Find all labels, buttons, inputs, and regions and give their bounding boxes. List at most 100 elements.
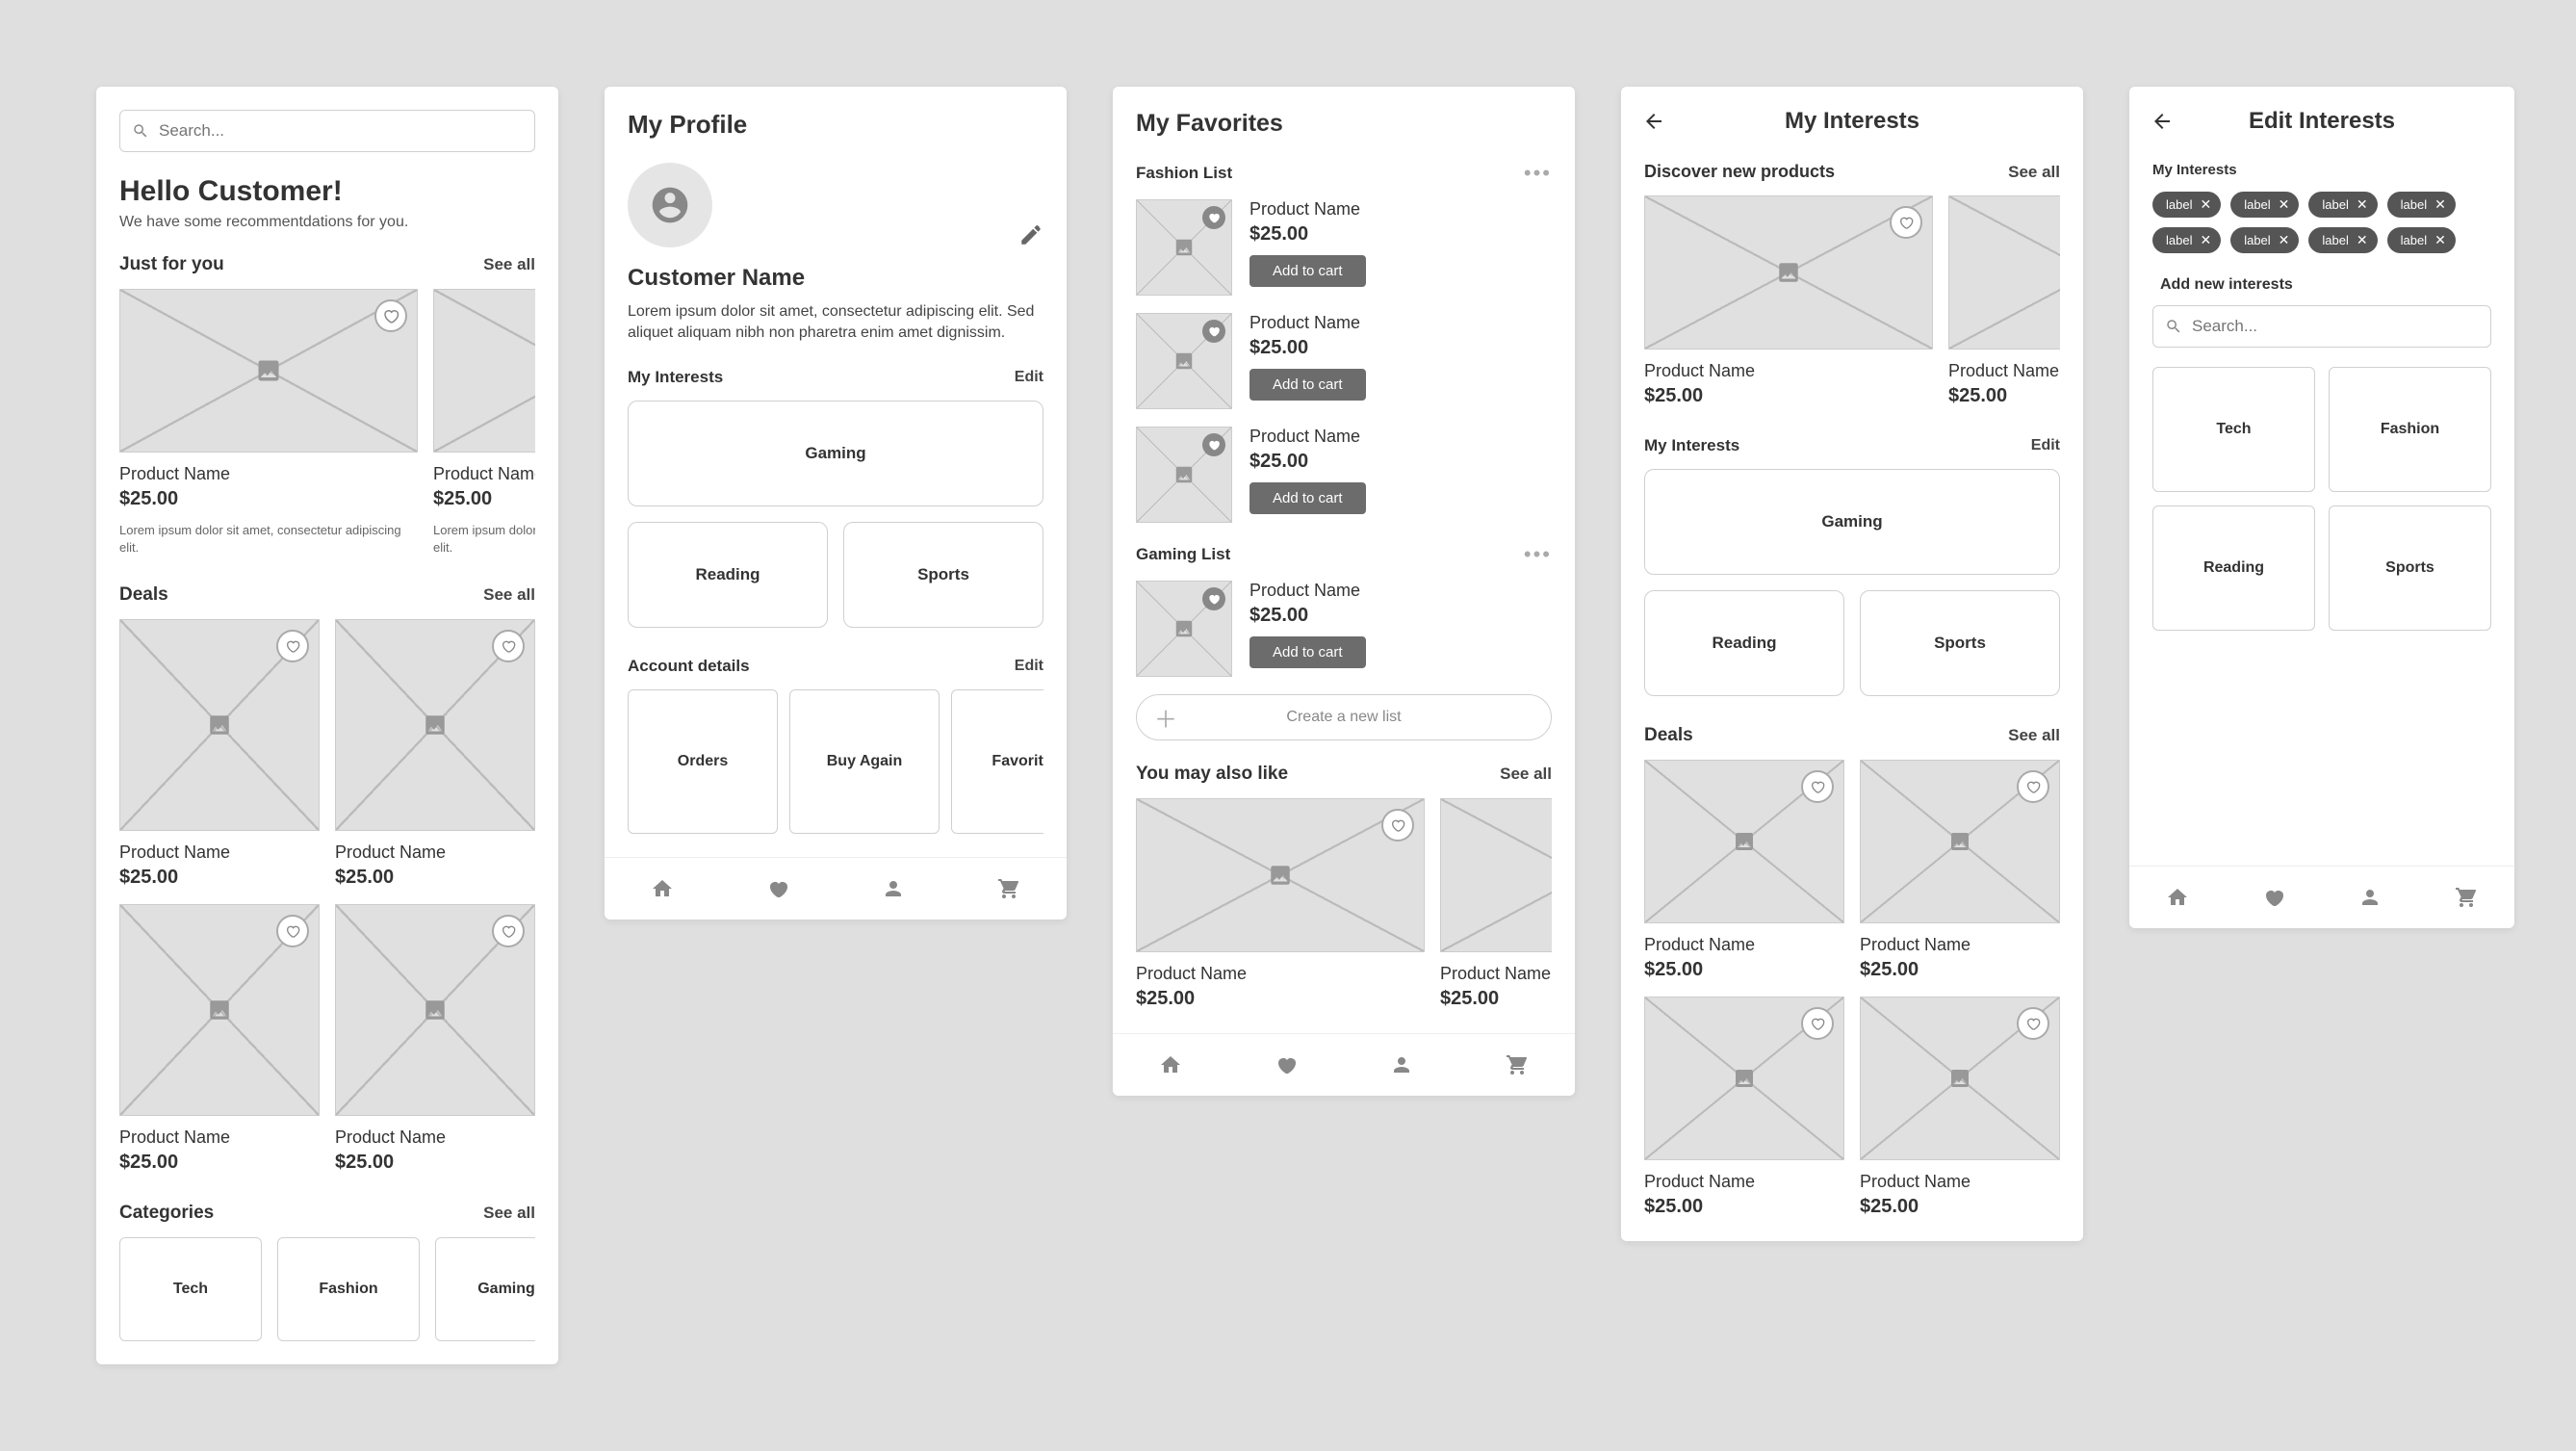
list-menu-icon[interactable]: ••• [1524, 542, 1552, 567]
interest-tile-reading[interactable]: Reading [1644, 590, 1844, 696]
fav-item[interactable]: Product Name $25.00 Add to cart [1136, 199, 1552, 296]
back-icon[interactable] [2151, 110, 2177, 133]
close-icon[interactable]: ✕ [2357, 232, 2368, 248]
product-card[interactable]: Product Name $25.00 [119, 904, 320, 1174]
edit-interests[interactable]: Edit [2031, 437, 2060, 454]
add-to-cart-button[interactable]: Add to cart [1249, 482, 1366, 514]
favorite-icon[interactable] [2017, 1007, 2049, 1040]
nav-profile-icon[interactable] [882, 877, 905, 900]
product-card[interactable]: Product Name $25.00 [1440, 798, 1552, 1010]
interest-tile-gaming[interactable]: Gaming [628, 401, 1043, 506]
create-list-button[interactable]: ＋ Create a new list [1136, 694, 1552, 740]
add-to-cart-button[interactable]: Add to cart [1249, 255, 1366, 287]
edit-account[interactable]: Edit [1015, 658, 1043, 675]
nav-favorites-icon[interactable] [766, 877, 789, 900]
back-icon[interactable] [1642, 110, 1669, 133]
favorite-icon[interactable] [492, 630, 525, 662]
close-icon[interactable]: ✕ [2200, 232, 2211, 248]
account-tile-orders[interactable]: Orders [628, 689, 778, 834]
nav-profile-icon[interactable] [2358, 886, 2382, 909]
search-field[interactable] [157, 120, 523, 142]
interest-tile-sports[interactable]: Sports [2329, 505, 2491, 631]
fav-item[interactable]: Product Name $25.00 Add to cart [1136, 313, 1552, 409]
interest-chip[interactable]: label✕ [2152, 192, 2221, 218]
interest-tile-fashion[interactable]: Fashion [2329, 367, 2491, 492]
see-all-discover[interactable]: See all [2008, 163, 2060, 182]
interest-tile-reading[interactable]: Reading [2152, 505, 2315, 631]
nav-home-icon[interactable] [651, 877, 674, 900]
nav-cart-icon[interactable] [997, 877, 1020, 900]
interest-chip[interactable]: label✕ [2387, 227, 2456, 253]
account-tile-buy-again[interactable]: Buy Again [789, 689, 940, 834]
product-card[interactable]: Product Name $25.00 [1860, 760, 2060, 981]
add-to-cart-button[interactable]: Add to cart [1249, 636, 1366, 668]
interest-chip[interactable]: label✕ [2152, 227, 2221, 253]
see-all-jfy[interactable]: See all [483, 255, 535, 274]
nav-cart-icon[interactable] [1506, 1053, 1529, 1076]
category-tile-tech[interactable]: Tech [119, 1237, 262, 1341]
close-icon[interactable]: ✕ [2279, 232, 2290, 248]
favorite-icon[interactable] [1381, 809, 1414, 842]
search-input[interactable] [2152, 305, 2491, 348]
see-all-deals[interactable]: See all [483, 585, 535, 605]
edit-interests[interactable]: Edit [1015, 369, 1043, 386]
interest-chip[interactable]: label✕ [2308, 227, 2377, 253]
product-card[interactable]: Product Name $25.00 [335, 904, 535, 1174]
heart-filled-icon[interactable] [1202, 320, 1225, 343]
favorite-icon[interactable] [1801, 1007, 1834, 1040]
product-card[interactable]: Product Name $25.00 [1644, 195, 1933, 407]
product-card[interactable]: Product Name $25.00 [1948, 195, 2060, 407]
search-field[interactable] [2190, 316, 2479, 337]
edit-profile-icon[interactable] [1018, 222, 1043, 247]
favorite-icon[interactable] [374, 299, 407, 332]
interest-tile-sports[interactable]: Sports [1860, 590, 2060, 696]
product-card[interactable]: Product Name $25.00 [1136, 798, 1425, 1010]
see-all-categories[interactable]: See all [483, 1204, 535, 1223]
heart-filled-icon[interactable] [1202, 433, 1225, 456]
account-tile-favorites[interactable]: Favorites [951, 689, 1043, 834]
category-tile-fashion[interactable]: Fashion [277, 1237, 420, 1341]
interest-chip[interactable]: label✕ [2308, 192, 2377, 218]
category-tile-gaming[interactable]: Gaming [435, 1237, 535, 1341]
product-card[interactable]: Product Name $25.00 [1860, 997, 2060, 1218]
nav-profile-icon[interactable] [1390, 1053, 1413, 1076]
product-card[interactable]: Product Name $25.00 Lorem ipsum dolor si… [433, 289, 535, 556]
heart-filled-icon[interactable] [1202, 587, 1225, 610]
product-card[interactable]: Product Name $25.00 [1644, 760, 1844, 981]
favorite-icon[interactable] [492, 915, 525, 947]
close-icon[interactable]: ✕ [2279, 196, 2290, 213]
product-card[interactable]: Product Name $25.00 [119, 619, 320, 889]
favorite-icon[interactable] [1801, 770, 1834, 803]
interest-chip[interactable]: label✕ [2230, 227, 2299, 253]
product-card[interactable]: Product Name $25.00 [335, 619, 535, 889]
interest-tile-reading[interactable]: Reading [628, 522, 828, 628]
interest-chip[interactable]: label✕ [2230, 192, 2299, 218]
close-icon[interactable]: ✕ [2357, 196, 2368, 213]
product-card[interactable]: Product Name $25.00 [1644, 997, 1844, 1218]
fav-item[interactable]: Product Name $25.00 Add to cart [1136, 581, 1552, 677]
favorite-icon[interactable] [2017, 770, 2049, 803]
nav-cart-icon[interactable] [2455, 886, 2478, 909]
nav-home-icon[interactable] [2166, 886, 2189, 909]
list-menu-icon[interactable]: ••• [1524, 161, 1552, 186]
fav-item[interactable]: Product Name $25.00 Add to cart [1136, 427, 1552, 523]
favorite-icon[interactable] [276, 915, 309, 947]
interest-chip[interactable]: label✕ [2387, 192, 2456, 218]
see-all-deals[interactable]: See all [2008, 726, 2060, 745]
close-icon[interactable]: ✕ [2434, 196, 2446, 213]
add-to-cart-button[interactable]: Add to cart [1249, 369, 1366, 401]
avatar[interactable] [628, 163, 712, 247]
see-all-alsolike[interactable]: See all [1500, 764, 1552, 784]
close-icon[interactable]: ✕ [2200, 196, 2211, 213]
interest-tile-tech[interactable]: Tech [2152, 367, 2315, 492]
close-icon[interactable]: ✕ [2434, 232, 2446, 248]
nav-home-icon[interactable] [1159, 1053, 1182, 1076]
favorite-icon[interactable] [276, 630, 309, 662]
nav-favorites-icon[interactable] [1275, 1053, 1298, 1076]
nav-favorites-icon[interactable] [2262, 886, 2285, 909]
search-input[interactable] [119, 110, 535, 152]
favorite-icon[interactable] [1890, 206, 1922, 239]
product-card[interactable]: Product Name $25.00 Lorem ipsum dolor si… [119, 289, 418, 556]
interest-tile-gaming[interactable]: Gaming [1644, 469, 2060, 575]
heart-filled-icon[interactable] [1202, 206, 1225, 229]
